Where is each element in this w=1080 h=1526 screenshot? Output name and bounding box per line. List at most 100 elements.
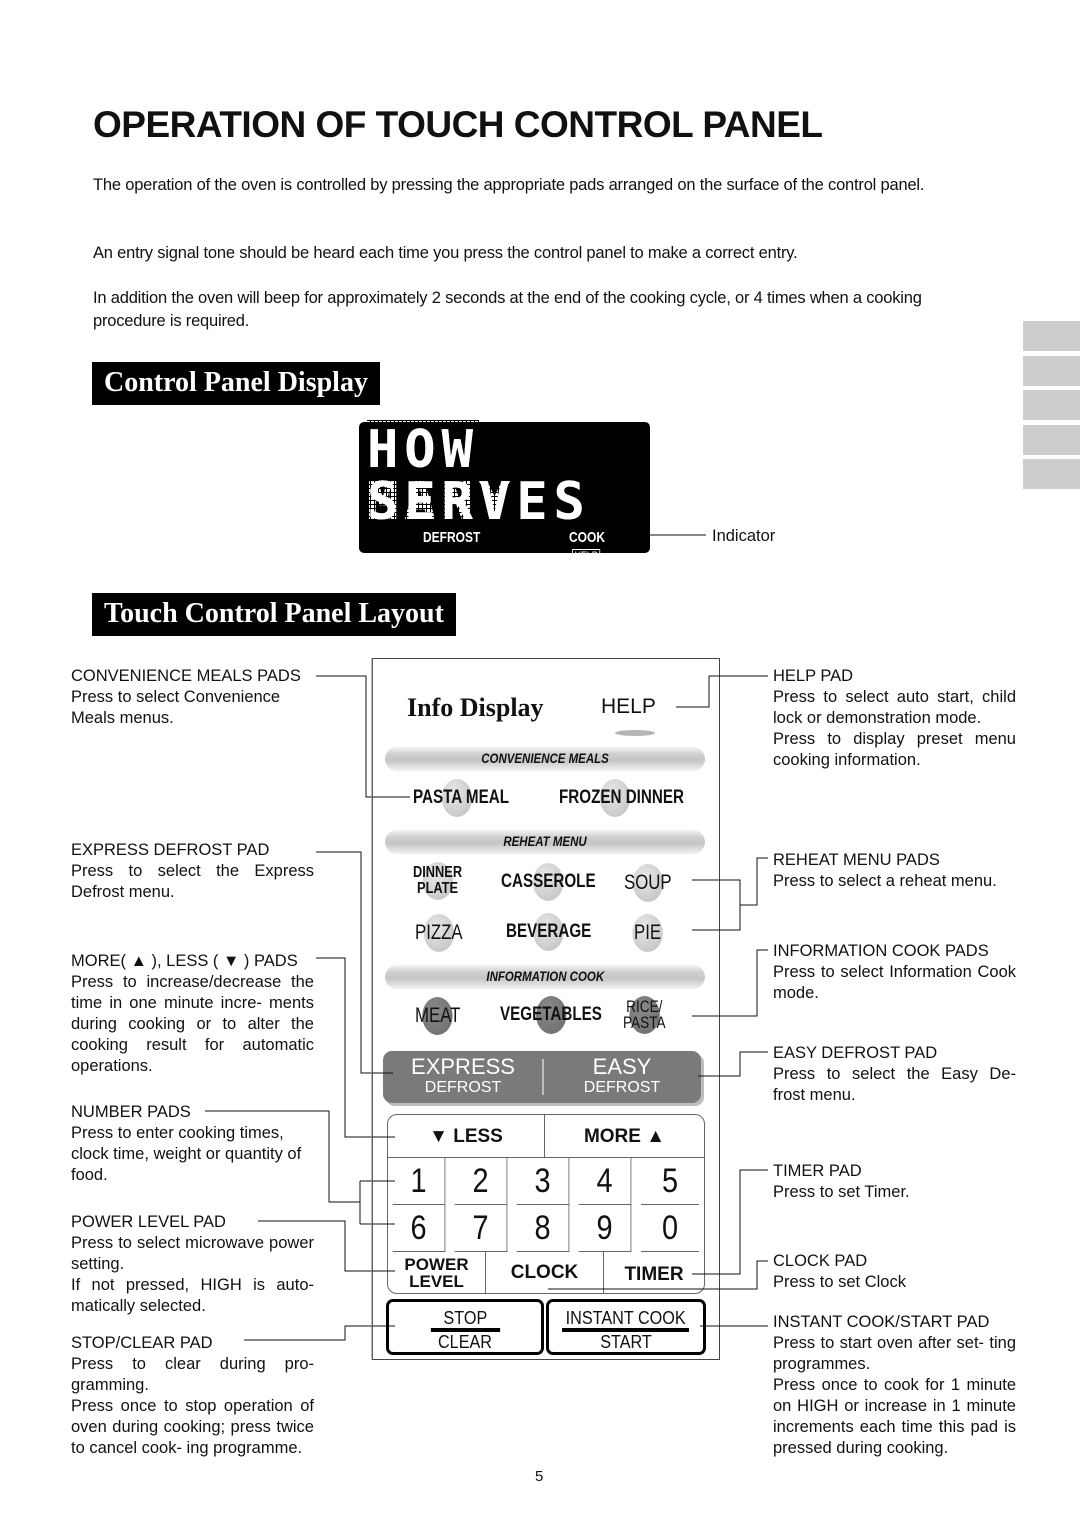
info-display-label: Info Display (407, 693, 544, 722)
lcd-display: HOW MANY SERVES DEFROST COOKHELP (359, 420, 650, 563)
page-number: 5 (535, 1468, 544, 1485)
number-pad-8[interactable]: 8 (516, 1205, 570, 1252)
side-tab (1023, 356, 1080, 386)
callout-body: Press to select a reheat menu. (773, 872, 997, 890)
callout-body: Press to select Information Cook mode. (773, 963, 1016, 1002)
pad-label: SOUP (624, 871, 672, 894)
callout-body-2: If not pressed, HIGH is auto- matically … (71, 1276, 314, 1315)
pad-label-line1: RICE/ (626, 997, 663, 1016)
easy-defrost-sub: DEFROST (583, 1079, 661, 1096)
easy-defrost-label: EASY (592, 1054, 652, 1079)
pad-casserole[interactable]: CASSEROLE (501, 863, 596, 901)
power-level-button[interactable]: POWER LEVEL (388, 1252, 486, 1293)
band-label: REHEAT MENU (503, 834, 587, 849)
number-pad-3[interactable]: 3 (516, 1158, 570, 1205)
intro-paragraph-2: An entry signal tone should be heard eac… (93, 244, 798, 262)
leader-reheat-b (740, 857, 768, 906)
pad-label: VEGETABLES (500, 1004, 602, 1025)
pad-pie[interactable]: PIE (632, 914, 663, 952)
callout-head: NUMBER PADS (71, 1103, 191, 1121)
callout-body: Press to select microwave power setting. (71, 1234, 314, 1273)
pad-dinner-plate[interactable]: DINNER PLATE (413, 862, 462, 900)
clear-label: CLEAR (437, 1332, 493, 1352)
power-level-line2: LEVEL (409, 1272, 464, 1291)
pad-pizza[interactable]: PIZZA (415, 914, 463, 952)
less-button[interactable]: ▼ LESS (388, 1115, 545, 1158)
keypad: ▼ LESS MORE ▲ 1 2 3 4 5 6 7 8 9 0 POWER L… (387, 1114, 705, 1294)
express-defrost-label: EXPRESS (411, 1054, 515, 1079)
control-panel: Info Display HELP CONVENIENCE MEALS PAST… (372, 658, 720, 1360)
lcd-text: SERVES (367, 472, 591, 532)
callout-body-2: Press once to stop operation of oven dur… (71, 1397, 314, 1457)
pad-label: FROZEN DINNER (559, 787, 684, 808)
callout-body: Press to set Clock (773, 1273, 906, 1291)
instant-cook-label: INSTANT COOK (562, 1302, 690, 1332)
pad-label: PIZZA (415, 921, 463, 944)
number-pad-2[interactable]: 2 (454, 1158, 508, 1205)
pad-label-line2: PLATE (417, 880, 459, 897)
clock-button[interactable]: CLOCK (486, 1252, 604, 1293)
pad-vegetables[interactable]: VEGETABLES (500, 996, 602, 1034)
number-pad-4[interactable]: 4 (578, 1158, 632, 1205)
callout-body: Press to select the Express Defrost menu… (71, 862, 314, 901)
express-defrost-sub: DEFROST (424, 1079, 502, 1096)
callout-head: POWER LEVEL PAD (71, 1213, 226, 1231)
callout-reheat-menu: REHEAT MENU PADS Press to select a rehea… (773, 850, 1023, 892)
pad-label: PASTA MEAL (413, 787, 509, 808)
pad-label: MEAT (415, 1004, 461, 1027)
stop-label: STOP (430, 1302, 500, 1332)
lcd-help-indicator: HELP (572, 549, 600, 563)
start-label: START (600, 1332, 652, 1352)
number-pad-0[interactable]: 0 (641, 1205, 699, 1252)
number-pad-1[interactable]: 1 (392, 1158, 446, 1205)
pad-rice-pasta[interactable]: RICE/PASTA (623, 996, 666, 1034)
callout-body-2: Press once to cook for 1 minute on HIGH … (773, 1376, 1016, 1457)
callout-head: TIMER PAD (773, 1162, 862, 1180)
help-label: HELP (601, 695, 656, 718)
pad-label: BEVERAGE (506, 921, 592, 942)
side-tab (1023, 321, 1080, 351)
timer-button[interactable]: TIMER (604, 1252, 704, 1293)
callout-express-defrost: EXPRESS DEFROST PAD Press to select the … (71, 840, 314, 903)
callout-more-less: MORE( ▲ ), LESS ( ▼ ) PADS Press to incr… (71, 951, 314, 1077)
side-tab (1023, 459, 1080, 489)
pad-soup[interactable]: SOUP (624, 864, 672, 902)
lcd-line-2: SERVES (367, 472, 591, 532)
band-reheat-menu: REHEAT MENU (385, 830, 705, 854)
help-button[interactable]: HELP (601, 688, 656, 726)
pad-label: RICE/PASTA (623, 997, 666, 1032)
pad-label: DINNER PLATE (413, 864, 462, 897)
band-label: INFORMATION COOK (486, 969, 604, 984)
instant-cook-start-button[interactable]: INSTANT COOK START (546, 1299, 706, 1355)
callout-body: Press to clear during pro- gramming. (71, 1355, 314, 1394)
lcd-indicator-defrost: DEFROST (423, 529, 481, 546)
pad-beverage[interactable]: BEVERAGE (506, 913, 592, 951)
number-pad-6[interactable]: 6 (392, 1205, 446, 1252)
callout-head: HELP PAD (773, 667, 854, 685)
more-button[interactable]: MORE ▲ (545, 1115, 704, 1158)
callout-head: STOP/CLEAR PAD (71, 1334, 213, 1352)
pad-label: PIE (634, 921, 662, 944)
number-pad-5[interactable]: 5 (641, 1158, 699, 1205)
callout-easy-defrost: EASY DEFROST PAD Press to select the Eas… (773, 1043, 1016, 1106)
pad-meat[interactable]: MEAT (415, 997, 461, 1035)
callout-power-level: POWER LEVEL PAD Press to select microwav… (71, 1212, 314, 1317)
pad-label: CASSEROLE (501, 871, 596, 892)
callout-head: EXPRESS DEFROST PAD (71, 841, 270, 859)
help-indicator-shadow (615, 730, 655, 736)
number-pad-9[interactable]: 9 (578, 1205, 632, 1252)
callout-clock: CLOCK PAD Press to set Clock (773, 1251, 1016, 1293)
stop-clear-button[interactable]: STOP CLEAR (386, 1299, 544, 1355)
easy-defrost-button[interactable]: EASY DEFROST (547, 1055, 697, 1097)
band-information-cook: INFORMATION COOK (385, 965, 705, 989)
express-defrost-button[interactable]: EXPRESS DEFROST (388, 1055, 538, 1097)
intro-paragraph-1: The operation of the oven is controlled … (93, 176, 925, 194)
callout-head: CONVENIENCE MEALS PADS (71, 667, 301, 685)
pad-frozen-dinner[interactable]: FROZEN DINNER (559, 779, 684, 817)
number-pad-7[interactable]: 7 (454, 1205, 508, 1252)
pad-pasta-meal[interactable]: PASTA MEAL (413, 779, 509, 817)
page-title: OPERATION OF TOUCH CONTROL PANEL (93, 104, 823, 145)
callout-information-cook: INFORMATION COOK PADS Press to select In… (773, 941, 1016, 1004)
defrost-bar: EXPRESS DEFROST EASY DEFROST (383, 1051, 701, 1103)
callout-stop-clear: STOP/CLEAR PAD Press to clear during pro… (71, 1333, 314, 1459)
